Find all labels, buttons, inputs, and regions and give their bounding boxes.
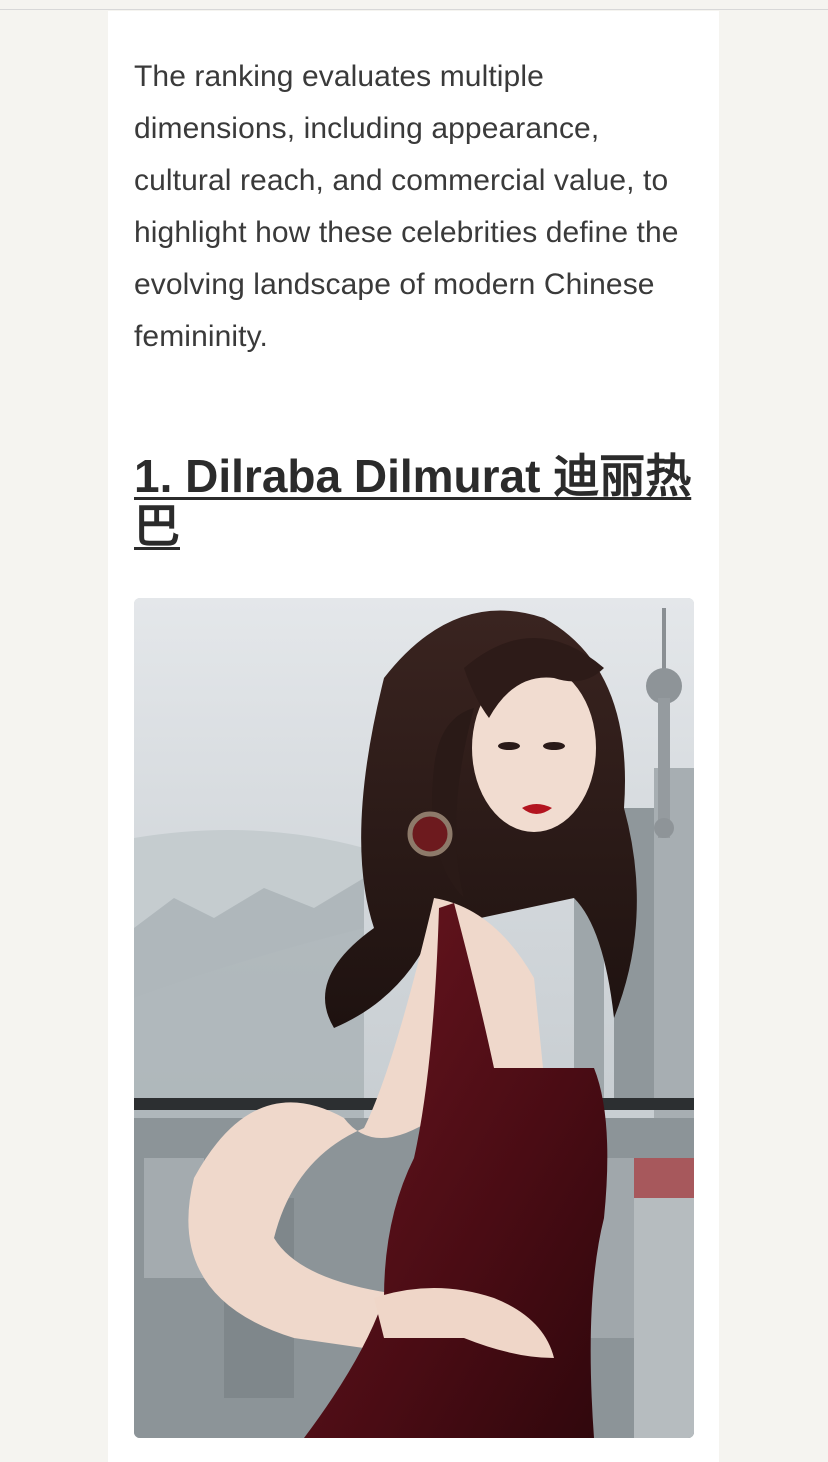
section-heading[interactable]: 1. Dilraba Dilmurat 迪丽热巴: [134, 451, 694, 551]
top-divider: [0, 0, 828, 10]
intro-paragraph: The ranking evaluates multiple dimension…: [134, 60, 679, 353]
article-column: The ranking evaluates multiple dimension…: [108, 11, 719, 1462]
celebrity-photo[interactable]: [134, 598, 694, 1438]
photo-illustration: [134, 598, 694, 1438]
